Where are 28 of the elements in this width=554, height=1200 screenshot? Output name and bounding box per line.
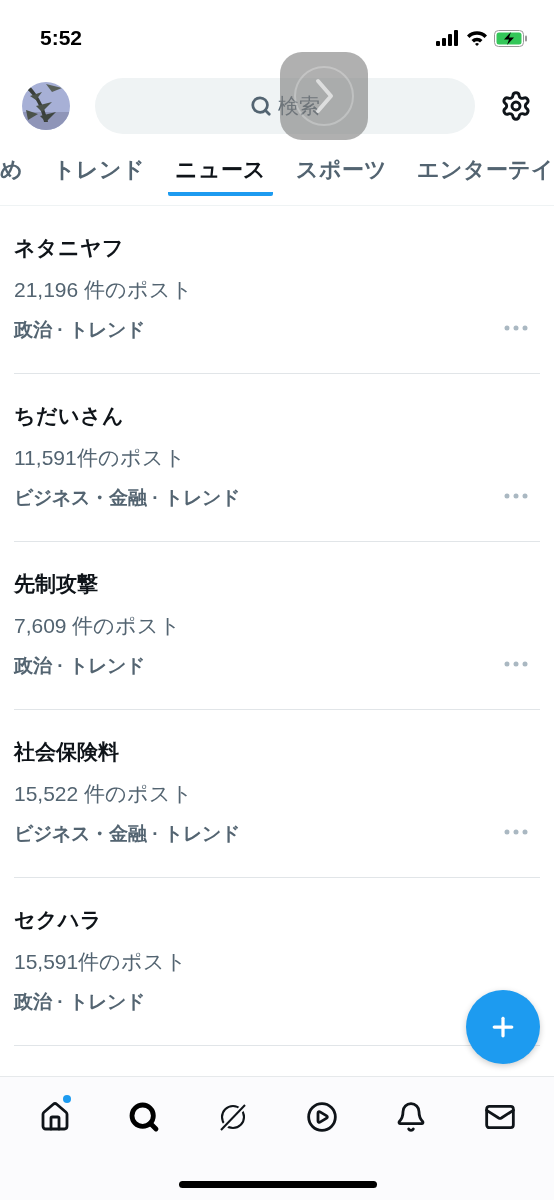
post-count: 21,196 件のポスト	[14, 277, 195, 303]
wifi-icon	[466, 30, 488, 46]
trend-title[interactable]: セクハラ	[14, 902, 540, 938]
trend-category: 政治 · トレンド	[14, 990, 145, 1014]
post-count: 15,591件のポスト	[14, 949, 189, 975]
trend-title[interactable]: ちだいさん	[14, 398, 540, 434]
tab[interactable]: エンターテイ	[410, 148, 554, 196]
tab[interactable]: トレンド	[46, 148, 152, 196]
tab[interactable]: スポーツ	[289, 148, 394, 196]
status-time: 5:52	[40, 26, 83, 50]
battery-charging-icon	[494, 29, 528, 47]
post-count: 15,522 件のポスト	[14, 781, 195, 807]
trend-title[interactable]: 社会保険料	[14, 734, 540, 770]
trend-category: ビジネス・金融 · トレンド	[14, 822, 240, 846]
compose-button[interactable]	[466, 990, 540, 1064]
trend-title[interactable]: ネタニヤフ	[14, 230, 540, 266]
search-icon	[250, 95, 272, 117]
trend-category: ビジネス・金融 · トレンド	[14, 486, 240, 510]
trend-category: 政治 · トレンド	[14, 654, 145, 678]
tab[interactable]: ニュース	[168, 148, 273, 196]
floating-touch-button[interactable]	[280, 52, 368, 140]
signal-icon	[436, 30, 460, 46]
post-count: 11,591件のポスト	[14, 445, 187, 471]
trend-title[interactable]: 先制攻撃	[14, 566, 540, 602]
settings-icon[interactable]	[500, 90, 532, 122]
tab[interactable]: め	[0, 148, 30, 196]
post-count: 7,609 件のポスト	[14, 613, 183, 639]
trend-category: 政治 · トレンド	[14, 318, 145, 342]
